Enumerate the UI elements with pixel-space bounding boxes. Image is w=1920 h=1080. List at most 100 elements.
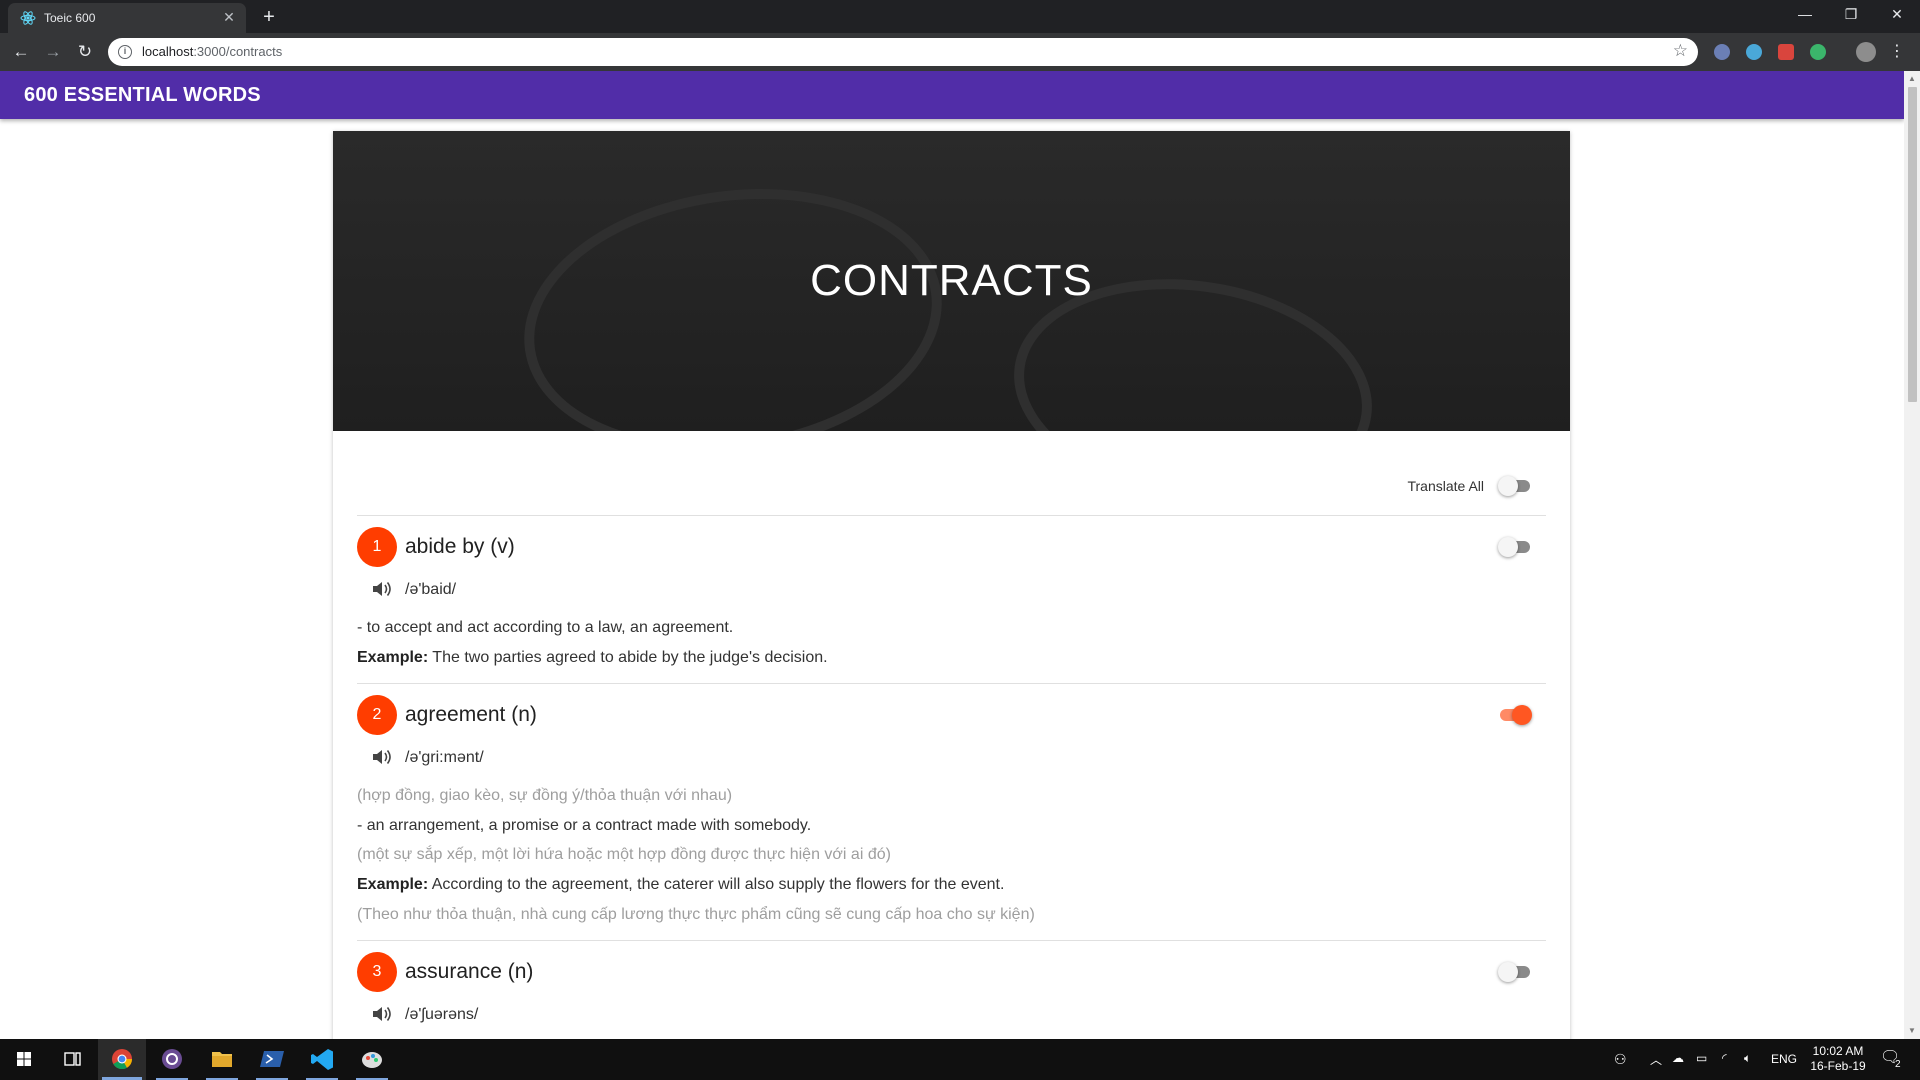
clock-date: 16-Feb-19 [1810,1059,1866,1073]
taskbar-chrome[interactable] [98,1039,146,1080]
translate-all-toggle[interactable] [1498,476,1532,496]
onedrive-icon[interactable]: ☁ [1672,1051,1684,1065]
clock[interactable]: 10:02 AM 16-Feb-19 [1808,1044,1868,1074]
show-hidden-icons-icon[interactable]: ︿ [1650,1051,1662,1068]
toggle-thumb [1498,476,1518,496]
scroll-down-icon[interactable]: ▼ [1904,1023,1920,1039]
word-number: 1 [357,527,397,567]
word-number: 3 [357,952,397,992]
divider [357,940,1546,941]
word-example: Example: The two parties agreed to abide… [357,649,828,667]
reload-icon[interactable]: ↻ [72,39,98,65]
folder-icon [212,1052,232,1067]
browser-toolbar: ← → ↻ i localhost:3000/contracts ☆ ⋮ [0,33,1920,71]
forward-icon[interactable]: → [40,39,66,65]
word-definition: - to accept and act according to a law, … [357,619,734,636]
menu-kebab-icon[interactable]: ⋮ [1884,39,1910,65]
word-item: 1 abide by (v) /ə'baid/ - to accept and … [357,527,1546,666]
paint-icon [362,1052,382,1068]
extension-green-icon[interactable] [1810,44,1826,60]
url-text: localhost:3000/contracts [142,44,282,59]
battery-icon[interactable]: ▭ [1696,1051,1707,1065]
react-devtools-icon[interactable] [1746,44,1762,60]
browser-tab[interactable]: Toeic 600 ✕ [8,3,246,33]
translate-all-label: Translate All [1407,478,1484,494]
word-term: abide by (v) [405,535,515,558]
word-item: 3 assurance (n) /ə'ʃuərəns/ [357,952,1546,1039]
taskbar-app[interactable] [148,1039,196,1080]
url-host: localhost [142,44,194,59]
back-icon[interactable]: ← [8,39,34,65]
example-label: Example: [357,876,429,893]
example-text: The two parties agreed to abide by the j… [428,649,828,666]
url-path: :3000/contracts [193,44,283,59]
new-tab-button[interactable]: + [256,5,282,31]
app-bar: 600 ESSENTIAL WORDS [0,71,1904,119]
task-view-icon [64,1052,81,1066]
windows-logo-icon [17,1052,31,1066]
example-text: According to the agreement, the caterer … [428,876,1005,893]
word-translation: (hợp đồng, giao kèo, sự đồng ý/thỏa thuậ… [357,787,733,804]
tab-title: Toeic 600 [44,11,96,25]
divider [357,515,1546,516]
lesson-card: CONTRACTS Translate All 1 abide by (v) /… [333,131,1570,1039]
extension-red-icon[interactable] [1778,44,1794,60]
taskbar-powershell[interactable] [248,1039,296,1080]
speaker-icon[interactable] [371,579,393,599]
speaker-icon[interactable] [371,747,393,767]
notification-count: 2 [1895,1059,1901,1070]
volume-icon[interactable]: 🔈︎ [1744,1051,1751,1066]
info-icon[interactable]: i [118,45,132,59]
app-brand[interactable]: 600 ESSENTIAL WORDS [24,84,261,107]
restore-icon[interactable]: ❐ [1828,0,1874,30]
word-term: agreement (n) [405,703,537,726]
app-purple-icon [162,1049,182,1069]
page-viewport: 600 ESSENTIAL WORDS CONTRACTS Translate … [0,71,1920,1039]
translate-toggle[interactable] [1498,705,1532,725]
close-tab-icon[interactable]: ✕ [220,8,238,26]
translate-all-row: Translate All [333,471,1570,501]
extension-icon[interactable] [1714,44,1730,60]
task-view-button[interactable] [48,1039,96,1080]
translate-toggle[interactable] [1498,962,1532,982]
speaker-icon[interactable] [371,1004,393,1024]
word-definition: - an arrangement, a promise or a contrac… [357,817,812,834]
word-ipa: /ə'baid/ [405,581,457,598]
word-definition-translation: (một sự sắp xếp, một lời hứa hoặc một hợ… [357,846,891,863]
toggle-thumb [1512,705,1532,725]
word-example: Example: According to the agreement, the… [357,876,1004,894]
wifi-icon[interactable]: ◜ [1722,1051,1727,1065]
react-icon [20,11,36,25]
translate-toggle[interactable] [1498,537,1532,557]
page-scrollbar[interactable]: ▲ ▼ [1904,71,1920,1039]
toggle-thumb [1498,962,1518,982]
powershell-icon [260,1051,284,1067]
word-ipa: /ə'ʃuərəns/ [405,1006,479,1023]
word-example-translation: (Theo như thỏa thuận, nhà cung cấp lương… [357,906,1035,923]
start-button[interactable] [0,1039,48,1080]
scroll-up-icon[interactable]: ▲ [1904,71,1920,87]
lesson-title: CONTRACTS [810,256,1093,305]
word-term: assurance (n) [405,960,534,983]
windows-taskbar: ⚇ ︿ ☁ ▭ ◜ 🔈︎ ENG 10:02 AM 16-Feb-19 🗨︎ 2 [0,1039,1920,1080]
divider [357,683,1546,684]
example-label: Example: [357,649,429,666]
chrome-icon [112,1049,133,1070]
taskbar-file-explorer[interactable] [198,1039,246,1080]
address-bar[interactable]: i localhost:3000/contracts ☆ [108,38,1698,66]
profile-avatar[interactable] [1856,42,1876,62]
scrollbar-thumb[interactable] [1908,87,1917,402]
word-ipa: /ə'gri:mənt/ [405,749,484,766]
taskbar-paint[interactable] [348,1039,396,1080]
bookmark-star-icon[interactable]: ☆ [1673,41,1688,61]
word-item: 2 agreement (n) /ə'gri:mənt/ (hợp đồng, … [357,695,1546,925]
clock-time: 10:02 AM [1812,1044,1864,1058]
language-indicator[interactable]: ENG [1771,1052,1797,1066]
toggle-thumb [1498,537,1518,557]
word-number: 2 [357,695,397,735]
minimize-icon[interactable]: — [1782,0,1828,30]
people-icon[interactable]: ⚇ [1614,1051,1627,1068]
close-window-icon[interactable]: ✕ [1874,0,1920,30]
taskbar-vscode[interactable] [298,1039,346,1080]
browser-tab-bar: Toeic 600 ✕ + — ❐ ✕ [0,0,1920,33]
